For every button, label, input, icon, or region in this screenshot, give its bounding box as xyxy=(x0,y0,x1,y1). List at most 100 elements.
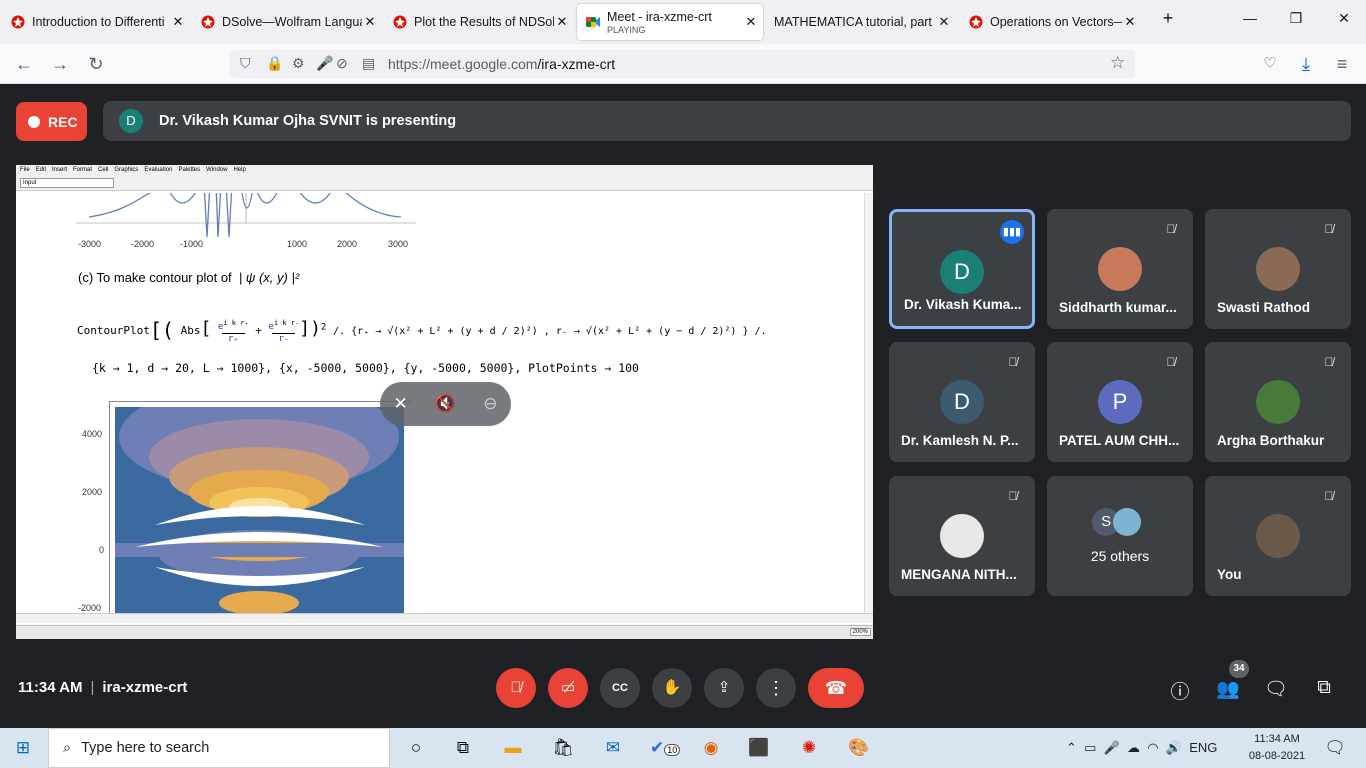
bookmark-star-icon[interactable]: ☆ xyxy=(1110,53,1125,73)
code-line-2[interactable]: {k → 1, d → 20, L → 1000}, {x, -5000, 50… xyxy=(92,361,639,375)
acrobat-icon[interactable]: ⬛ xyxy=(746,736,772,760)
mic-toggle-button[interactable]: 🎙̸ xyxy=(496,668,536,708)
task-view-icon[interactable]: ⧉ xyxy=(450,736,476,760)
y-tick: 4000 xyxy=(82,429,103,439)
code-contourplot: ContourPlot xyxy=(77,324,150,337)
participant-tile[interactable]: ▮▮▮ D Dr. Vikash Kuma... xyxy=(889,209,1035,329)
camera-toggle-button[interactable]: ▭̸ xyxy=(548,668,588,708)
windows-taskbar: ⊞ ⌕ Type here to search ○ ⧉ ▬ 🛍 ✉ ✔ 10 ◉ ⬛… xyxy=(0,728,1366,768)
zoom-select[interactable]: 200% xyxy=(849,628,871,636)
url-bar[interactable]: ⛉ 🔒 ⚙ 🎤 ⊘ ▤ https://meet.google.com/ira-… xyxy=(230,50,1135,78)
present-button[interactable]: ⇪ xyxy=(704,668,744,708)
menu-palettes[interactable]: Palettes xyxy=(178,165,200,175)
reader-icon[interactable]: ▤ xyxy=(362,55,375,72)
menu-file[interactable]: File xyxy=(20,165,30,175)
activities-icon[interactable]: ⧉ xyxy=(1312,677,1336,699)
captions-button[interactable]: CC xyxy=(600,668,640,708)
participant-tile[interactable]: 🎙̸ MENGANA NITH... xyxy=(889,476,1035,596)
participant-name: Dr. Kamlesh N. P... xyxy=(901,433,1019,448)
paint-icon[interactable]: 🎨 xyxy=(846,736,872,760)
windows-start-icon[interactable]: ⊞ xyxy=(10,736,36,760)
todo-icon[interactable]: ✔ 10 xyxy=(650,736,681,760)
mail-icon[interactable]: ✉ xyxy=(600,736,626,760)
code-line-1[interactable]: ContourPlot[( Abs[ ei k r₊ r₊ + ei k r₋ r₋… xyxy=(77,317,767,345)
unpin-icon[interactable]: ✕ xyxy=(394,394,408,414)
others-tile[interactable]: S 25 others xyxy=(1047,476,1193,596)
close-icon[interactable]: ✕ xyxy=(743,14,759,30)
tray-date: 08-08-2021 xyxy=(1248,750,1306,762)
tab-meet[interactable]: Meet - ira-xzme-crt PLAYING ✕ xyxy=(577,4,763,40)
more-options-button[interactable]: ⋮ xyxy=(756,668,796,708)
url-host: https://meet.google.com xyxy=(388,56,538,72)
vertical-scrollbar[interactable] xyxy=(864,193,873,613)
close-icon[interactable]: ✕ xyxy=(936,14,952,30)
forward-button[interactable]: → xyxy=(48,52,72,76)
cortana-icon[interactable]: ○ xyxy=(403,736,429,760)
menu-window[interactable]: Window xyxy=(206,165,227,175)
tab-introduction[interactable]: Introduction to Differenti ✕ xyxy=(2,4,190,40)
close-icon[interactable]: ✕ xyxy=(170,14,186,30)
menu-format[interactable]: Format xyxy=(73,165,92,175)
navigation-bar: ← → ↻ ⛉ 🔒 ⚙ 🎤 ⊘ ▤ https://meet.google.co… xyxy=(0,44,1366,84)
info-icon[interactable]: ⓘ xyxy=(1168,677,1192,704)
file-explorer-icon[interactable]: ▬ xyxy=(500,736,526,760)
google-meet-icon xyxy=(585,14,601,30)
camera-blocked-icon[interactable]: ⊘ xyxy=(336,55,348,72)
reload-button[interactable]: ↻ xyxy=(84,52,108,76)
participant-tile[interactable]: 🎙̸ Siddharth kumar... xyxy=(1047,209,1193,329)
shield-icon[interactable]: ⛉ xyxy=(240,55,251,72)
chat-icon[interactable]: 🗨 xyxy=(1264,677,1288,701)
speaking-icon: ▮▮▮ xyxy=(1000,220,1024,244)
participant-tile[interactable]: 🎙̸ Argha Borthakur xyxy=(1205,342,1351,462)
permissions-icon[interactable]: ⚙ xyxy=(292,55,305,72)
close-window-button[interactable]: ✕ xyxy=(1332,10,1356,27)
people-icon[interactable]: 👥 xyxy=(1216,677,1240,701)
close-icon[interactable]: ✕ xyxy=(554,14,570,30)
cell-style-select[interactable]: Input xyxy=(20,178,114,188)
menu-icon[interactable]: ≡ xyxy=(1330,52,1354,76)
minimize-button[interactable]: — xyxy=(1238,10,1262,26)
menu-insert[interactable]: Insert xyxy=(52,165,67,175)
microphone-icon[interactable]: 🎤 xyxy=(316,55,333,72)
mute-icon[interactable]: 🔇 xyxy=(435,394,456,414)
tab-mathematica-tutorial[interactable]: MATHEMATICA tutorial, part 2 ✕ xyxy=(766,4,956,40)
notifications-icon[interactable]: 🗨 xyxy=(1322,736,1348,760)
x-tick: -3000 xyxy=(78,239,102,249)
participant-name: MENGANA NITH... xyxy=(901,567,1017,582)
download-icon[interactable]: ⤓ xyxy=(1294,52,1318,76)
tab-plot-results[interactable]: Plot the Results of NDSol ✕ xyxy=(384,4,574,40)
menu-cell[interactable]: Cell xyxy=(98,165,108,175)
menu-evaluation[interactable]: Evaluation xyxy=(144,165,172,175)
tab-operations-vectors[interactable]: Operations on Vectors—W ✕ xyxy=(960,4,1142,40)
mathematica-icon[interactable]: ✺ xyxy=(796,736,822,760)
menu-graphics[interactable]: Graphics xyxy=(114,165,138,175)
close-icon[interactable]: ✕ xyxy=(1122,14,1138,30)
system-tray: ⌃ ▭ 🎤 ☁ ◠ 🔊 ENG xyxy=(1066,740,1218,755)
raise-hand-button[interactable]: ✋ xyxy=(652,668,692,708)
participant-tile[interactable]: 🎙̸ Swasti Rathod xyxy=(1205,209,1351,329)
participant-tile[interactable]: 🎙̸ D Dr. Kamlesh N. P... xyxy=(889,342,1035,462)
new-tab-button[interactable]: + xyxy=(1156,8,1180,29)
store-icon[interactable]: 🛍 xyxy=(550,736,576,760)
taskbar-clock[interactable]: 11:34 AM 08-08-2021 xyxy=(1248,731,1306,765)
tab-dsolve[interactable]: DSolve—Wolfram Langua ✕ xyxy=(192,4,382,40)
x-tick: -1000 xyxy=(180,239,204,249)
restore-button[interactable]: ❐ xyxy=(1284,10,1308,27)
participant-name: Siddharth kumar... xyxy=(1059,300,1177,315)
mic-off-icon: 🎙̸ xyxy=(1008,355,1018,369)
remove-icon[interactable]: ⊖ xyxy=(483,394,497,414)
lock-icon[interactable]: 🔒 xyxy=(266,55,283,72)
horizontal-scrollbar[interactable] xyxy=(16,613,873,623)
menu-edit[interactable]: Edit xyxy=(36,165,46,175)
avatar: P xyxy=(1098,380,1142,424)
close-icon[interactable]: ✕ xyxy=(362,14,378,30)
menu-help[interactable]: Help xyxy=(233,165,245,175)
firefox-icon[interactable]: ◉ xyxy=(698,736,724,760)
participant-tile-self[interactable]: 🎙̸ You xyxy=(1205,476,1351,596)
language-indicator[interactable]: ENG xyxy=(1189,740,1217,755)
leave-call-button[interactable]: ☎ xyxy=(808,668,864,708)
taskbar-search[interactable]: ⌕ Type here to search xyxy=(48,728,390,768)
participant-tile[interactable]: 🎙̸ P PATEL AUM CHH... xyxy=(1047,342,1193,462)
pocket-icon[interactable]: ♡ xyxy=(1258,52,1282,76)
back-button[interactable]: ← xyxy=(12,52,36,76)
